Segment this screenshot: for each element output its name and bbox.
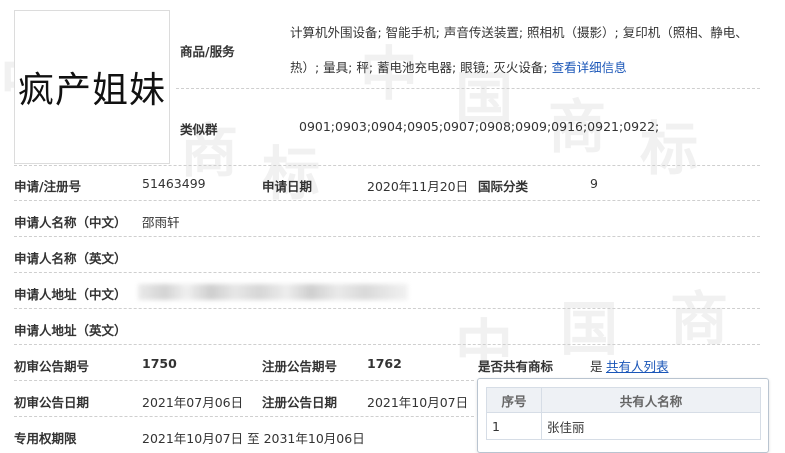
- reg-pub-date-value: 2021年10月07日: [367, 395, 469, 410]
- exclusive-term-label: 专用权期限: [14, 431, 77, 446]
- table-row: 1 张佳丽: [486, 412, 761, 440]
- shared-label: 是否共有商标: [478, 359, 554, 374]
- prelim-no-value: 1750: [142, 356, 177, 371]
- intl-class-value: 9: [590, 176, 598, 191]
- apply-date-label: 申请日期: [262, 179, 313, 194]
- shared-value: 是: [590, 359, 603, 374]
- goods-text-line1: 计算机外围设备; 智能手机; 声音传送装置; 照相机（摄影）; 复印机（照相、静…: [290, 25, 748, 40]
- co-owner-table: 序号 共有人名称 1 张佳丽: [486, 387, 761, 440]
- applicant-cn-value: 邵雨轩: [142, 215, 180, 230]
- goods-text-line2: 热）; 量具; 秤; 蓄电池充电器; 眼镜; 灭火设备;: [290, 60, 548, 75]
- reg-no-value: 51463499: [142, 176, 206, 191]
- divider: [14, 308, 760, 309]
- trademark-logo-text: 疯产姐妹: [17, 70, 166, 111]
- reg-pub-no-value: 1762: [367, 356, 402, 371]
- goods-list: 计算机外围设备; 智能手机; 声音传送装置; 照相机（摄影）; 复印机（照相、静…: [290, 22, 760, 41]
- divider: [14, 380, 474, 381]
- prelim-no-label: 初审公告期号: [14, 359, 90, 374]
- co-owner-header-row: 序号 共有人名称: [486, 387, 761, 413]
- col-header-name: 共有人名称: [541, 387, 761, 413]
- exclusive-term-value: 2021年10月07日 至 2031年10月06日: [142, 431, 365, 446]
- applicant-cn-label: 申请人名称（中文）: [14, 215, 127, 230]
- address-cn-label: 申请人地址（中文）: [14, 287, 127, 302]
- prelim-date-value: 2021年07月06日: [142, 395, 244, 410]
- divider: [14, 200, 760, 201]
- divider: [14, 236, 760, 237]
- divider: [176, 88, 760, 89]
- co-owner-no: 1: [486, 412, 542, 440]
- prelim-date-label: 初审公告日期: [14, 395, 90, 410]
- divider: [14, 165, 760, 166]
- apply-date-value: 2020年11月20日: [367, 179, 469, 194]
- intl-class-label: 国际分类: [478, 179, 529, 194]
- reg-pub-no-label: 注册公告期号: [262, 359, 338, 374]
- reg-pub-date-label: 注册公告日期: [262, 395, 338, 410]
- co-owner-name: 张佳丽: [541, 412, 761, 440]
- address-cn-redacted: [138, 284, 408, 300]
- similar-group-label: 类似群: [180, 122, 218, 137]
- reg-no-label: 申请/注册号: [14, 179, 82, 194]
- trademark-image: 疯产姐妹: [14, 10, 170, 164]
- goods-label: 商品/服务: [180, 44, 235, 59]
- col-header-no: 序号: [486, 387, 542, 413]
- divider: [14, 344, 760, 345]
- trademark-detail: 疯产姐妹 商品/服务 计算机外围设备; 智能手机; 声音传送装置; 照相机（摄影…: [0, 0, 785, 453]
- co-owner-popup: 序号 共有人名称 1 张佳丽: [477, 378, 769, 453]
- similar-group-value: 0901;0903;0904;0905;0907;0908;0909;0916;…: [299, 119, 660, 134]
- co-owner-list-link[interactable]: 共有人列表: [606, 356, 669, 375]
- view-details-link[interactable]: 查看详细信息: [552, 60, 627, 75]
- goods-list-cont: 热）; 量具; 秤; 蓄电池充电器; 眼镜; 灭火设备; 查看详细信息: [290, 57, 760, 76]
- applicant-en-label: 申请人名称（英文）: [14, 251, 127, 266]
- divider: [14, 416, 474, 417]
- divider: [14, 272, 760, 273]
- address-en-label: 申请人地址（英文）: [14, 323, 127, 338]
